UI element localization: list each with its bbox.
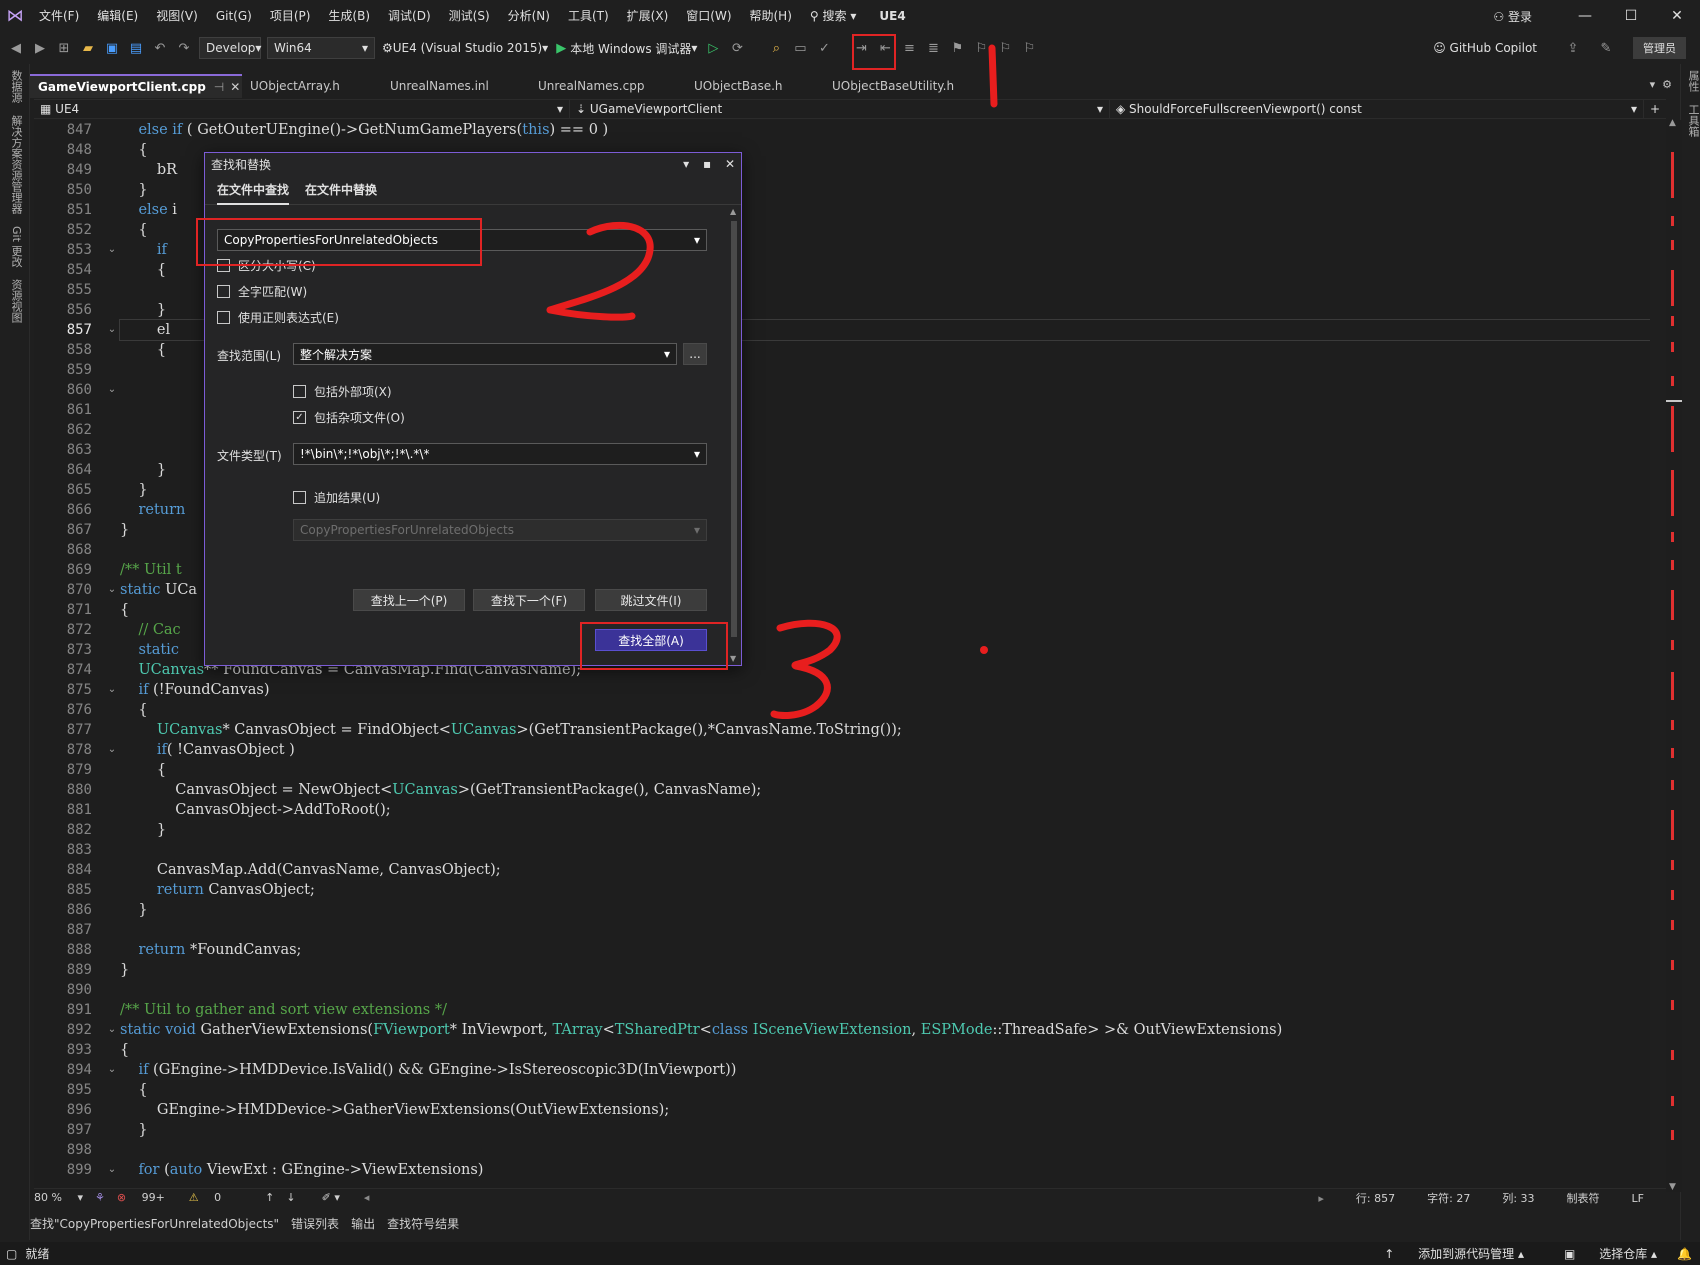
annotation-dot [980,646,988,654]
annotation-step-1 [988,44,998,108]
annotation-step-3 [770,619,841,720]
annotation-step-2 [546,221,654,321]
annotation-marks [546,44,998,720]
